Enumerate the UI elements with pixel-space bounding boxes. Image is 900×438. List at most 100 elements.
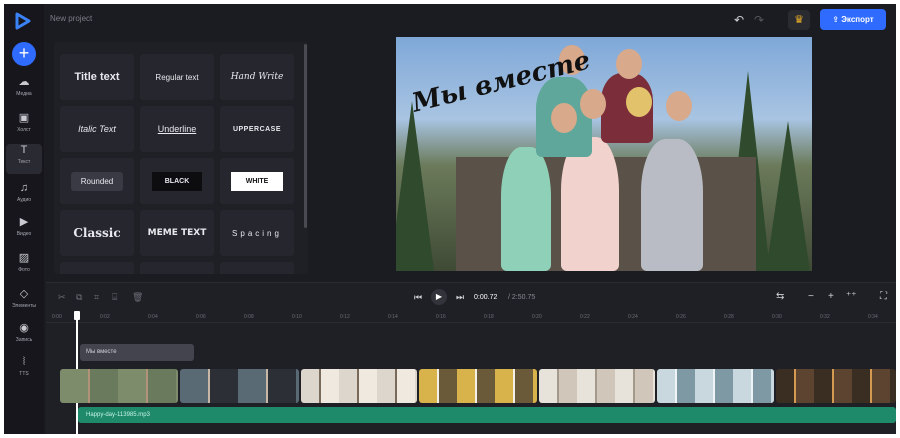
redo-icon[interactable]: ↷ xyxy=(754,13,764,27)
export-label: Экспорт xyxy=(841,15,874,24)
text-style-label: MEME TEXT xyxy=(147,228,207,238)
audio-clip[interactable]: Happy-day-113985.mp3 xyxy=(78,407,896,423)
total-time: / 2:50.75 xyxy=(508,294,536,301)
project-title[interactable]: New project xyxy=(50,14,92,23)
text-style-tile[interactable] xyxy=(140,262,214,274)
ruler-tick: 0:06 xyxy=(196,314,206,320)
zoom-fit-icon[interactable]: ⁺⁺ xyxy=(846,291,857,302)
text-style-label: Italic Text xyxy=(78,124,116,134)
text-clip[interactable]: Мы вместе xyxy=(80,344,194,361)
photo-icon: ▨ xyxy=(18,252,30,264)
text-style-classic[interactable]: Classic xyxy=(60,210,134,256)
sidebar-item-canvas[interactable]: ▣ Холст xyxy=(6,112,42,142)
sidebar-item-photo[interactable]: ▨ Фото xyxy=(6,252,42,282)
text-style-spacing[interactable]: Spacing xyxy=(220,210,294,256)
fullscreen-icon[interactable]: ⛶ xyxy=(880,291,887,302)
sidebar-item-tts[interactable]: ⦚ TTS xyxy=(6,356,42,386)
text-style-label: BLACK xyxy=(151,171,203,191)
video-track xyxy=(60,369,896,403)
text-style-uppercase[interactable]: UPPERCASE xyxy=(220,106,294,152)
export-button[interactable]: ⇪ Экспорт xyxy=(820,9,886,30)
person-head xyxy=(580,89,606,119)
video-clip[interactable] xyxy=(419,369,537,403)
video-preview[interactable]: Мы вместе xyxy=(396,37,812,271)
sidebar-item-record[interactable]: ◉ Запись xyxy=(6,322,42,352)
sidebar-item-label: Видео xyxy=(16,231,32,237)
timeline: ✂ ⧉ ⌗ ⌸ 🗑 ⏮ ▶ ⏭ 0:00.72 / 2:50.75 ⇆ − + … xyxy=(46,282,896,434)
ruler-tick: 0:10 xyxy=(292,314,302,320)
text-style-underline[interactable]: Underline xyxy=(140,106,214,152)
skip-back-icon[interactable]: ⏮ xyxy=(414,292,422,303)
sidebar-item-media[interactable]: ☁ Медиа xyxy=(6,76,42,106)
text-style-label: Spacing xyxy=(232,228,282,238)
sidebar-item-label: TTS xyxy=(19,371,29,377)
sidebar-item-label: Холст xyxy=(17,127,31,133)
sidebar-item-text[interactable]: T Текст xyxy=(6,144,42,174)
sidebar-item-elements[interactable]: ◇ Элементы xyxy=(6,288,42,318)
text-style-white[interactable]: WHITE xyxy=(220,158,294,204)
playhead-handle[interactable] xyxy=(74,311,80,320)
person-figure xyxy=(641,139,703,271)
sidebar-item-label: Запись xyxy=(15,337,33,343)
video-clip[interactable] xyxy=(656,369,775,403)
fit-icon[interactable]: ⇆ xyxy=(776,291,784,302)
logo-icon[interactable] xyxy=(14,12,32,30)
duplicate-icon[interactable]: ⧉ xyxy=(76,292,82,303)
add-media-button[interactable]: + xyxy=(12,42,36,66)
ruler-tick: 0:32 xyxy=(820,314,830,320)
split-icon[interactable]: ✂ xyxy=(58,292,66,303)
zoom-out-icon[interactable]: − xyxy=(808,291,814,302)
text-style-tile[interactable] xyxy=(60,262,134,274)
person-figure xyxy=(501,147,551,271)
text-style-meme[interactable]: MEME TEXT xyxy=(140,210,214,256)
person-head xyxy=(666,91,692,121)
panel-scrollbar[interactable] xyxy=(304,44,307,228)
ruler-tick: 0:18 xyxy=(484,314,494,320)
detach-icon[interactable]: ⌸ xyxy=(112,292,117,303)
ruler-tick: 0:00 xyxy=(52,314,62,320)
sidebar-item-audio[interactable]: ♫ Аудио xyxy=(6,182,42,212)
zoom-in-icon[interactable]: + xyxy=(828,291,834,302)
text-style-rounded[interactable]: Rounded xyxy=(60,158,134,204)
ruler-tick: 0:28 xyxy=(724,314,734,320)
undo-icon[interactable]: ↶ xyxy=(734,13,744,27)
time-ruler[interactable]: 0:00 0:02 0:04 0:06 0:08 0:10 0:12 0:14 0:16 0:18… xyxy=(46,311,896,323)
text-style-title[interactable]: Title text xyxy=(60,54,134,100)
text-style-label: Underline xyxy=(157,124,197,134)
play-button[interactable]: ▶ xyxy=(431,289,447,305)
person-head xyxy=(616,49,642,79)
video-clip[interactable] xyxy=(60,369,178,403)
text-style-italic[interactable]: Italic Text xyxy=(60,106,134,152)
text-style-black[interactable]: BLACK xyxy=(140,158,214,204)
tts-icon: ⦚ xyxy=(22,356,26,368)
video-clip[interactable] xyxy=(179,369,300,403)
video-clip[interactable] xyxy=(776,369,896,403)
upload-icon: ⇪ xyxy=(832,15,839,24)
video-clip[interactable] xyxy=(301,369,418,403)
crown-icon[interactable]: ♛ xyxy=(788,10,810,30)
ruler-tick: 0:30 xyxy=(772,314,782,320)
person-head xyxy=(626,87,652,117)
ruler-tick: 0:22 xyxy=(580,314,590,320)
text-style-label: UPPERCASE xyxy=(232,125,282,133)
person-figure xyxy=(561,137,619,271)
text-style-hand-write[interactable]: Hand Write xyxy=(220,54,294,100)
skip-forward-icon[interactable]: ⏭ xyxy=(456,292,464,303)
ruler-tick: 0:04 xyxy=(148,314,158,320)
ruler-tick: 0:26 xyxy=(676,314,686,320)
text-icon: T xyxy=(20,144,28,156)
text-style-label: WHITE xyxy=(230,171,284,191)
sidebar-item-video[interactable]: ▶ Видео xyxy=(6,216,42,246)
video-icon: ▶ xyxy=(19,216,29,228)
video-clip[interactable] xyxy=(538,369,655,403)
tree-shape xyxy=(396,101,434,271)
sidebar-item-label: Текст xyxy=(17,159,31,165)
crop-icon[interactable]: ⌗ xyxy=(94,292,99,303)
record-icon: ◉ xyxy=(19,322,29,334)
text-style-tile[interactable] xyxy=(220,262,294,274)
text-style-regular[interactable]: Regular text xyxy=(140,54,214,100)
ruler-tick: 0:12 xyxy=(340,314,350,320)
sidebar-item-label: Фото xyxy=(18,267,30,273)
text-style-label: Hand Write xyxy=(230,72,284,82)
delete-icon[interactable]: 🗑 xyxy=(132,292,143,303)
